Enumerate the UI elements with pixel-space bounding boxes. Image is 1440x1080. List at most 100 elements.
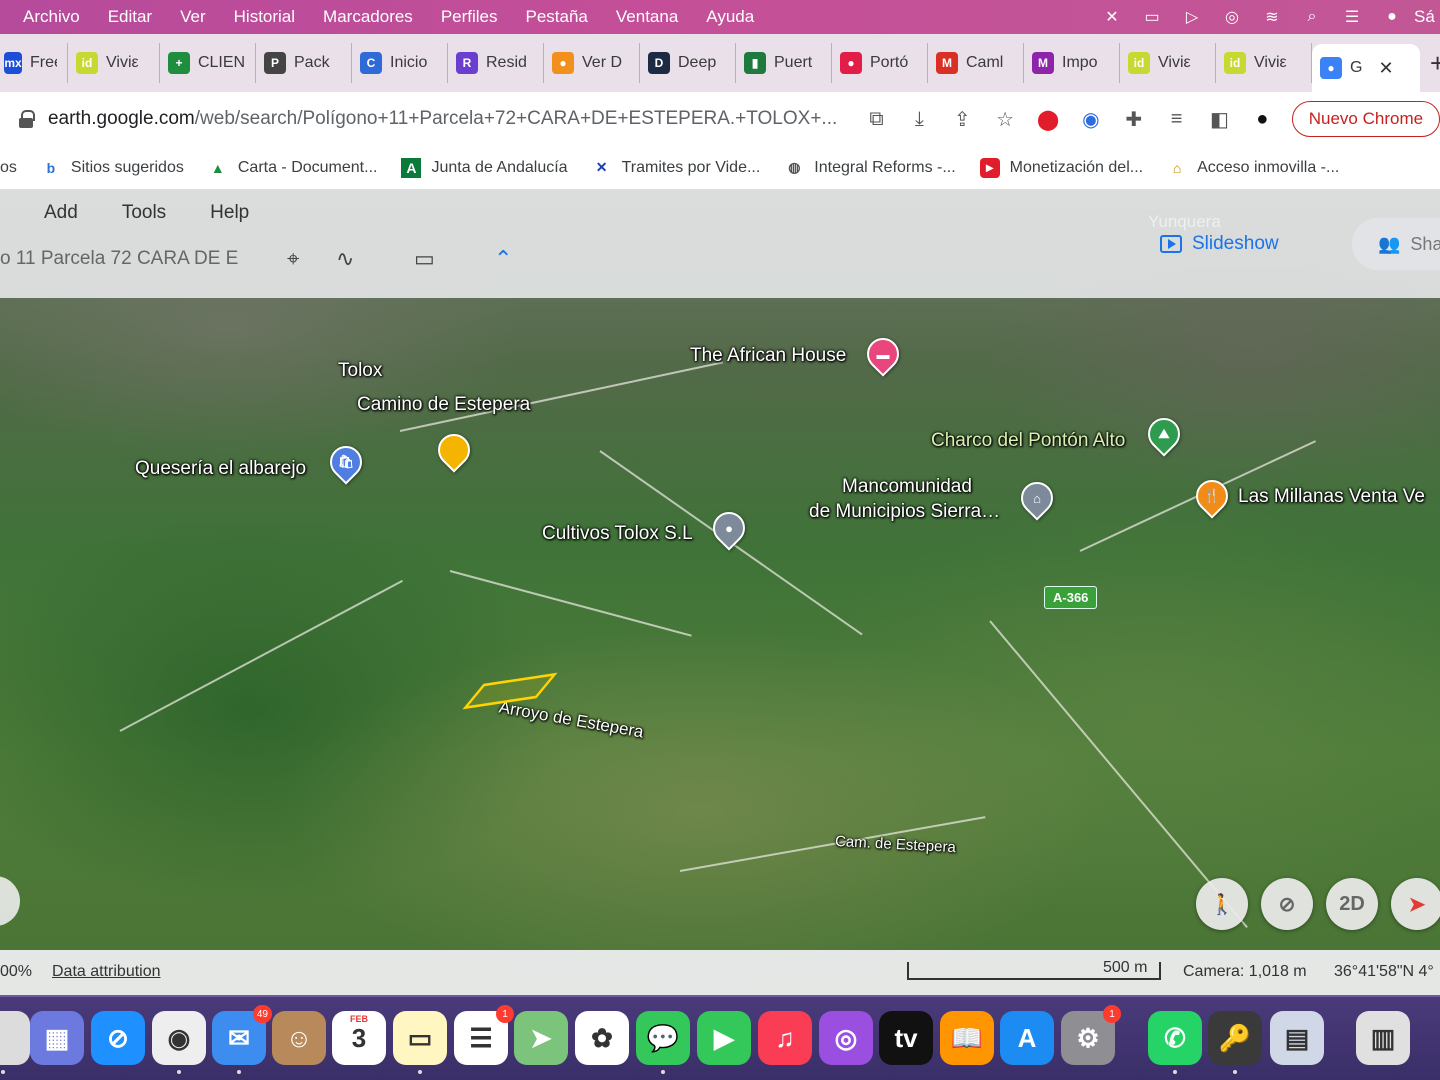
bookmark-junta[interactable]: A Junta de Andalucía (389, 157, 579, 178)
dock-facetime-icon[interactable]: ▶ (697, 1011, 751, 1065)
dock-books-icon[interactable]: 📖 (940, 1011, 994, 1065)
bookmark-tramites[interactable]: ✕ Tramites por Vide... (580, 158, 773, 178)
dock-finder-icon[interactable] (0, 1011, 30, 1074)
browser-tab[interactable]: M Caml (928, 43, 1024, 83)
dock-settings-icon[interactable]: ⚙ 1 (1061, 1005, 1121, 1065)
compass-reset-icon[interactable]: ⊘ (1261, 878, 1313, 930)
browser-tab[interactable]: ● Portó (832, 43, 928, 83)
dock-mail-icon[interactable]: ✉ 49 (212, 1005, 272, 1074)
dock-music-icon[interactable]: ♫ (758, 1011, 812, 1065)
menu-historial[interactable]: Historial (220, 7, 309, 27)
menu-ver[interactable]: Ver (166, 7, 220, 27)
earth-viewport[interactable]: Add Tools Help Yunquera o 11 Parcela 72 … (0, 190, 1440, 995)
dock-calendar-icon[interactable]: 3 FEB (332, 1011, 386, 1065)
menu-marcadores[interactable]: Marcadores (309, 7, 427, 27)
browser-tab[interactable]: P Pack (256, 43, 352, 83)
browser-tab[interactable]: mx Free (0, 43, 68, 83)
bookmark-sitios[interactable]: b Sitios sugeridos (29, 158, 196, 178)
measure-path-icon[interactable]: ∿ (336, 246, 354, 272)
browser-tab[interactable]: C Inicio (352, 43, 448, 83)
control-center-icon[interactable]: ☰ (1334, 0, 1370, 34)
dock-contacts-icon[interactable]: ☺ (272, 1011, 326, 1065)
pin-place-icon[interactable]: ● (706, 505, 752, 551)
label-mancomunidad-2[interactable]: de Municipios Sierra… (809, 501, 1000, 523)
url-field[interactable]: earth.google.com/web/search/Polígono+11+… (48, 108, 855, 130)
profile-avatar[interactable]: ● (1241, 99, 1284, 139)
dock-messages-icon[interactable]: 💬 (636, 1011, 690, 1074)
menu-archivo[interactable]: Archivo (0, 7, 94, 27)
label-millanas[interactable]: Las Millanas Venta Ve (1238, 486, 1425, 508)
menu-ventana[interactable]: Ventana (602, 7, 692, 27)
dock-tv-icon[interactable]: tv (879, 1011, 933, 1065)
label-camino-estepera[interactable]: Camino de Estepera (357, 394, 530, 416)
bookmark-carta[interactable]: ▲ Carta - Document... (196, 158, 390, 178)
reading-list-icon[interactable]: ≡ (1155, 99, 1198, 139)
opera-extension-icon[interactable]: ⬤ (1027, 99, 1070, 139)
menu-tools[interactable]: Tools (122, 202, 166, 224)
menu-add[interactable]: Add (44, 202, 78, 224)
menu-pestana[interactable]: Pestaña (512, 7, 602, 27)
ruler-icon[interactable]: ▭ (414, 246, 435, 272)
pegman-icon[interactable]: 🚶 (1196, 878, 1248, 930)
label-african-house[interactable]: The African House (690, 345, 846, 367)
label-cultivos[interactable]: Cultivos Tolox S.L (542, 523, 693, 545)
label-queseria[interactable]: Quesería el albarejo (135, 458, 306, 480)
label-charco[interactable]: Charco del Pontón Alto (931, 430, 1125, 452)
zoom-extension-icon[interactable]: ◉ (1069, 99, 1112, 139)
pin-shopping-icon[interactable]: 🛍 (323, 439, 369, 485)
dock-screenshot-icon[interactable]: ▥ (1356, 1011, 1410, 1065)
toggle-2d-button[interactable]: 2D (1326, 878, 1378, 930)
search-icon[interactable]: ⌕ (1294, 0, 1330, 34)
install-app-icon[interactable]: ⤓ (898, 99, 941, 139)
open-external-icon[interactable]: ⧉ (855, 99, 898, 139)
browser-tab[interactable]: id Viviε (1120, 43, 1216, 83)
browser-tab[interactable]: D Deep (640, 43, 736, 83)
dock-maps-icon[interactable]: ➤ (514, 1011, 568, 1065)
bookmark-inmovilla[interactable]: ⌂ Acceso inmovilla -... (1155, 158, 1351, 178)
dock-whatsapp-icon[interactable]: ✆ (1148, 1011, 1202, 1074)
data-attribution-link[interactable]: Data attribution (52, 963, 161, 981)
chevron-up-icon[interactable]: ⌃ (494, 246, 512, 272)
dock-safari-icon[interactable]: ⊘ (91, 1011, 145, 1065)
play-icon[interactable]: ▷ (1174, 0, 1210, 34)
slideshow-button[interactable]: Slideshow (1160, 233, 1279, 255)
menu-perfiles[interactable]: Perfiles (427, 7, 512, 27)
dock-chrome-icon[interactable]: ◉ (152, 1011, 206, 1074)
dock-keychain-icon[interactable]: 🔑 (1208, 1011, 1262, 1074)
left-control-button[interactable] (0, 876, 20, 926)
pin-hotel-icon[interactable]: ▬ (860, 331, 906, 377)
browser-tab[interactable]: ● G ✕ (1312, 44, 1420, 92)
browser-tab[interactable]: ▮ Puert (736, 43, 832, 83)
dock-notes-icon[interactable]: ▭ (393, 1011, 447, 1074)
label-mancomunidad-1[interactable]: Mancomunidad (842, 476, 972, 498)
browser-tab[interactable]: ● Ver D (544, 43, 640, 83)
pin-hiking-icon[interactable]: ⛰ (1141, 411, 1187, 457)
place-title[interactable]: o 11 Parcela 72 CARA DE E (0, 248, 262, 270)
battery-icon[interactable]: ▭ (1134, 0, 1170, 34)
bookmark-star-icon[interactable]: ☆ (984, 99, 1027, 139)
dock-photos-icon[interactable]: ✿ (575, 1011, 629, 1065)
compass-icon[interactable]: ➤ (1391, 878, 1440, 930)
menu-help[interactable]: Help (210, 202, 249, 224)
dock-reminders-icon[interactable]: ☰ 1 (454, 1005, 514, 1065)
dock-podcasts-icon[interactable]: ◎ (819, 1011, 873, 1065)
browser-tab[interactable]: id Viviε (68, 43, 160, 83)
dock-launchpad-icon[interactable]: ▦ (30, 1011, 84, 1065)
bookmark-apps[interactable]: os (0, 159, 29, 177)
siri-icon[interactable]: ● (1374, 0, 1410, 34)
dock-appstore-icon[interactable]: A (1000, 1011, 1054, 1065)
browser-tab[interactable]: R Resid (448, 43, 544, 83)
browser-tab[interactable]: id Viviε (1216, 43, 1312, 83)
location-pin-icon[interactable]: ⌖ (287, 246, 299, 272)
close-tab-icon[interactable]: ✕ (1378, 58, 1393, 79)
pin-yellow-icon[interactable] (431, 427, 477, 473)
menu-editar[interactable]: Editar (94, 7, 166, 27)
pin-building-icon[interactable]: ⌂ (1014, 475, 1060, 521)
bookmark-integral[interactable]: ◍ Integral Reforms -... (772, 158, 967, 178)
new-tab-button[interactable]: + (1430, 48, 1440, 79)
extensions-puzzle-icon[interactable]: ✚ (1112, 99, 1155, 139)
lock-icon[interactable] (18, 110, 35, 128)
bookmark-monetizacion[interactable]: ▸ Monetización del... (968, 157, 1155, 178)
dock-preview-icon[interactable]: ▤ (1270, 1011, 1324, 1065)
side-panel-icon[interactable]: ◧ (1198, 99, 1241, 139)
